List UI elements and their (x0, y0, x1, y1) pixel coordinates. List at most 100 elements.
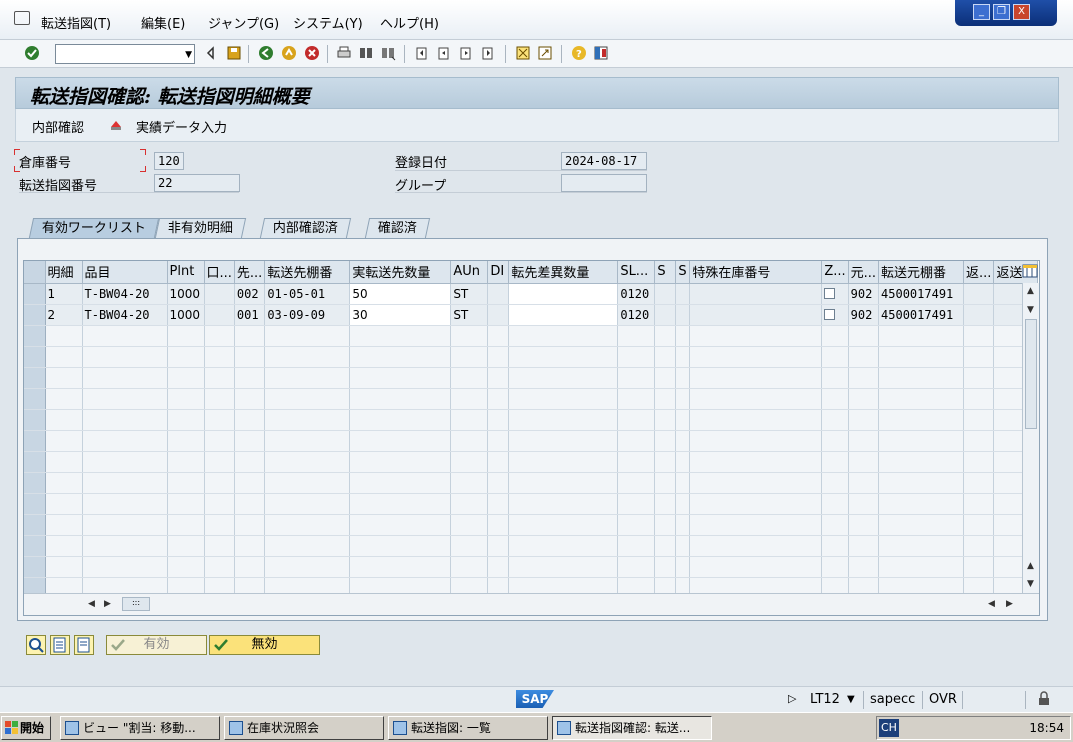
prev-page-icon[interactable] (436, 45, 452, 61)
lock-icon[interactable] (1036, 691, 1052, 707)
find-next-icon[interactable] (380, 45, 396, 61)
horizontal-scroll-thumb[interactable]: ::: (122, 597, 150, 611)
task-button[interactable]: ビュー "割当: 移動... (60, 716, 220, 740)
scroll-up-icon[interactable]: ▲ (1027, 561, 1034, 571)
row-selector[interactable] (24, 388, 46, 410)
invalid-button[interactable]: 無効 (209, 635, 320, 655)
layout-icon[interactable] (593, 45, 609, 61)
row-checkbox[interactable] (824, 308, 836, 320)
menu-help[interactable]: ヘルプ(H) (380, 13, 439, 32)
tab-internal-confirmed[interactable]: 内部確認済 (259, 218, 352, 238)
row-selector[interactable] (24, 367, 46, 389)
editable-cell[interactable]: 30 (349, 304, 452, 326)
row-selector[interactable] (24, 430, 46, 452)
menu-icon[interactable] (14, 11, 30, 25)
scroll-left-icon[interactable]: ◀ (988, 599, 995, 609)
column-header[interactable]: DI (487, 261, 510, 284)
column-header[interactable]: 返... (963, 261, 995, 284)
horizontal-scrollbar[interactable]: ◀ ▶ ::: ◀ ▶ (24, 593, 1039, 615)
scroll-up-icon[interactable]: ▲ (1027, 286, 1034, 296)
menu-jump[interactable]: ジャンプ(G) (208, 13, 279, 32)
row-selector[interactable] (24, 472, 46, 494)
row-selector[interactable] (24, 304, 46, 326)
help-icon[interactable]: ? (571, 45, 587, 61)
scroll-right-icon[interactable]: ▶ (1006, 599, 1013, 609)
select-all-button[interactable] (50, 635, 70, 655)
collapse-left-icon[interactable] (203, 45, 219, 61)
new-session-icon[interactable] (515, 45, 531, 61)
last-page-icon[interactable] (480, 45, 496, 61)
save-icon[interactable] (226, 45, 242, 61)
minimize-button[interactable]: _ (973, 4, 990, 20)
column-header[interactable]: AUn (450, 261, 489, 284)
column-header[interactable]: 先... (234, 261, 266, 284)
scroll-right-icon[interactable]: ▶ (104, 599, 111, 609)
back-icon[interactable] (258, 45, 274, 61)
task-button[interactable]: 転送指図: 一覧 (388, 716, 548, 740)
column-header[interactable]: 転先差異数量 (508, 261, 619, 284)
valid-button[interactable]: 有効 (106, 635, 207, 655)
row-selector[interactable] (24, 325, 46, 347)
task-button-active[interactable]: 転送指図確認: 転送... (552, 716, 712, 740)
column-header[interactable]: 特殊在庫番号 (689, 261, 823, 284)
exit-icon[interactable] (281, 45, 297, 61)
row-selector[interactable] (24, 409, 46, 431)
scroll-left-icon[interactable]: ◀ (88, 599, 95, 609)
internal-confirm-button[interactable]: 内部確認 (32, 117, 84, 136)
chevron-down-icon[interactable]: ▼ (185, 50, 192, 60)
editable-cell[interactable] (508, 304, 619, 326)
row-checkbox[interactable] (824, 287, 836, 299)
column-header[interactable]: SL... (617, 261, 656, 284)
column-settings-icon[interactable] (1022, 263, 1038, 279)
vertical-scrollbar[interactable]: ▲ ▼ ▲ ▼ (1022, 283, 1039, 595)
editable-cell[interactable] (508, 283, 619, 305)
details-button[interactable] (26, 635, 46, 655)
row-selector[interactable] (24, 493, 46, 515)
column-header[interactable]: 口... (204, 261, 235, 284)
menu-transfer-order[interactable]: 転送指図(T) (41, 13, 111, 32)
column-header[interactable]: 元... (848, 261, 880, 284)
command-field[interactable]: ▼ (55, 44, 195, 64)
tab-active-worklist[interactable]: 有効ワークリスト (28, 218, 160, 238)
first-page-icon[interactable] (414, 45, 430, 61)
menu-edit[interactable]: 編集(E) (141, 13, 185, 32)
row-selector[interactable] (24, 283, 46, 305)
column-header[interactable]: S (654, 261, 677, 284)
chevron-down-icon[interactable]: ▼ (847, 694, 855, 705)
scroll-down-icon[interactable]: ▼ (1027, 579, 1034, 589)
print-icon[interactable] (336, 45, 352, 61)
scroll-down-icon[interactable]: ▼ (1027, 305, 1034, 315)
menu-system[interactable]: システム(Y) (293, 13, 363, 32)
data-entry-icon[interactable] (108, 117, 124, 133)
column-header[interactable]: Z... (821, 261, 849, 284)
restore-button[interactable]: ❐ (993, 4, 1010, 20)
row-selector[interactable] (24, 556, 46, 578)
row-selector[interactable] (24, 346, 46, 368)
tab-confirmed[interactable]: 確認済 (364, 218, 431, 238)
enter-icon[interactable] (24, 45, 40, 61)
checkbox-cell[interactable] (821, 283, 849, 305)
cancel-icon[interactable] (304, 45, 320, 61)
deselect-all-button[interactable] (74, 635, 94, 655)
vertical-scroll-thumb[interactable] (1025, 319, 1037, 429)
checkbox-cell[interactable] (821, 304, 849, 326)
editable-cell[interactable]: 50 (349, 283, 452, 305)
column-header[interactable]: 品目 (82, 261, 168, 284)
shortcut-icon[interactable] (537, 45, 553, 61)
row-selector[interactable] (24, 451, 46, 473)
row-selector-header[interactable] (24, 261, 46, 284)
status-expand-icon[interactable]: ▷ (788, 692, 796, 705)
row-selector[interactable] (24, 535, 46, 557)
task-button[interactable]: 在庫状況照会 (224, 716, 384, 740)
column-header[interactable]: S (675, 261, 691, 284)
next-page-icon[interactable] (458, 45, 474, 61)
column-header[interactable]: 転送元棚番 (878, 261, 965, 284)
column-header[interactable]: 明細 (45, 261, 83, 284)
language-indicator[interactable]: CH (879, 719, 899, 737)
insert-mode[interactable]: OVR (929, 692, 957, 707)
column-header[interactable]: Plnt (167, 261, 205, 284)
column-header[interactable]: 実転送先数量 (349, 261, 452, 284)
actual-data-entry-button[interactable]: 実績データ入力 (136, 117, 227, 136)
find-icon[interactable] (358, 45, 374, 61)
column-header[interactable]: 転送先棚番 (264, 261, 351, 284)
